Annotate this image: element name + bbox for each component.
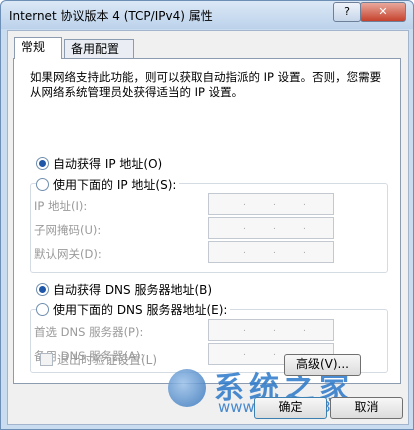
validate-on-exit-label: 退出时验证设置(L)	[57, 353, 158, 367]
description-text: 如果网络支持此功能，则可以获取自动指派的 IP 设置。否则，您需要从网络系统管理…	[30, 70, 382, 99]
dialog-window: Internet 协议版本 4 (TCP/IPv4) 属性 ? ✕ 常规 备用配…	[0, 0, 414, 430]
radio-unselected-icon	[36, 303, 49, 316]
default-gateway-field: ...	[208, 241, 334, 263]
preferred-dns-field: ...	[208, 319, 334, 341]
watermark-logo-icon	[168, 369, 206, 407]
auto-dns-label: 自动获得 DNS 服务器地址(B)	[53, 283, 213, 297]
subnet-mask-field: ...	[208, 217, 334, 239]
ok-button[interactable]: 确定	[254, 397, 327, 419]
tab-general[interactable]: 常规	[14, 37, 62, 59]
radio-selected-icon	[36, 157, 49, 170]
tab-alternate-config[interactable]: 备用配置	[64, 39, 134, 59]
radio-selected-icon	[36, 283, 49, 296]
ip-address-label: IP 地址(I):	[34, 199, 88, 213]
manual-dns-radio[interactable]: 使用下面的 DNS 服务器地址(E):	[36, 301, 231, 318]
title-bar[interactable]: Internet 协议版本 4 (TCP/IPv4) 属性 ? ✕	[1, 1, 413, 29]
preferred-dns-label: 首选 DNS 服务器(P):	[34, 325, 144, 339]
checkbox-icon	[40, 353, 53, 366]
default-gateway-label: 默认网关(D):	[34, 247, 102, 261]
auto-ip-label: 自动获得 IP 地址(O)	[53, 157, 163, 171]
window-title: Internet 协议版本 4 (TCP/IPv4) 属性	[9, 9, 213, 23]
radio-unselected-icon	[36, 178, 49, 191]
auto-dns-radio[interactable]: 自动获得 DNS 服务器地址(B)	[36, 281, 212, 298]
cancel-button[interactable]: 取消	[330, 397, 403, 419]
subnet-mask-label: 子网掩码(U):	[34, 223, 102, 237]
auto-ip-radio[interactable]: 自动获得 IP 地址(O)	[36, 155, 162, 172]
help-button[interactable]: ?	[333, 2, 361, 22]
validate-on-exit-checkbox[interactable]: 退出时验证设置(L)	[40, 351, 157, 368]
general-panel: 如果网络支持此功能，则可以获取自动指派的 IP 设置。否则，您需要从网络系统管理…	[13, 58, 401, 384]
dialog-body: 常规 备用配置 如果网络支持此功能，则可以获取自动指派的 IP 设置。否则，您需…	[7, 30, 409, 425]
advanced-button[interactable]: 高级(V)...	[284, 354, 361, 376]
manual-dns-label: 使用下面的 DNS 服务器地址(E):	[53, 303, 228, 317]
close-button[interactable]: ✕	[360, 2, 406, 22]
manual-ip-label: 使用下面的 IP 地址(S):	[53, 178, 177, 192]
ip-address-field: ...	[208, 193, 334, 215]
manual-ip-radio[interactable]: 使用下面的 IP 地址(S):	[36, 176, 180, 193]
